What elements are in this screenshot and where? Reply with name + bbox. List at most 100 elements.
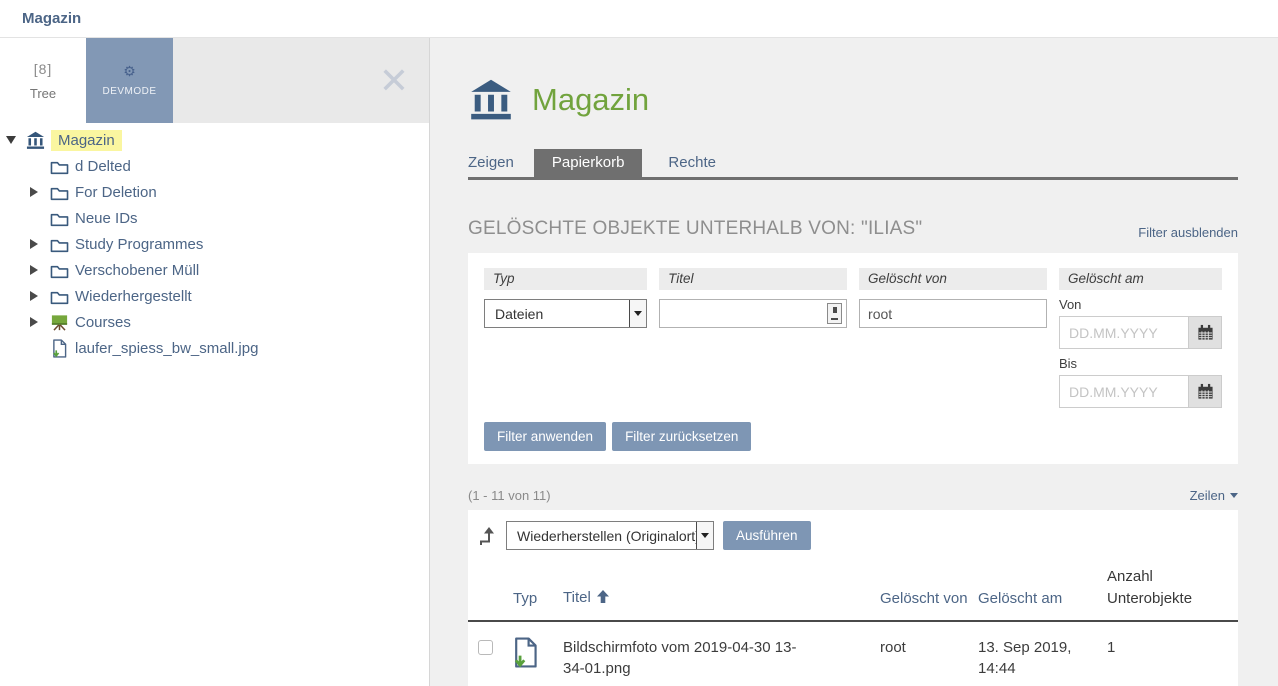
date-from-input[interactable] (1059, 316, 1189, 349)
table-command-row: Wiederherstellen (Originalort) Ausführen (468, 521, 1238, 550)
filter-field-deleted-at: Gelöscht am Von Bis (1059, 268, 1222, 408)
sort-ascending-icon (597, 590, 609, 607)
calendar-icon[interactable] (1189, 375, 1222, 408)
filter-label-typ: Typ (484, 268, 647, 290)
folder-icon (48, 286, 70, 306)
tree-row-wiederhergestellt: Wiederhergestellt (0, 283, 429, 309)
folder-icon (48, 260, 70, 280)
filter-header: GELÖSCHTE OBJEKTE UNTERHALB VON: "ILIAS"… (468, 218, 1238, 240)
tree-item-d-delted[interactable]: d Delted (75, 158, 131, 175)
course-icon (48, 312, 70, 332)
expander-closed-icon[interactable] (30, 313, 48, 331)
date-to-input[interactable] (1059, 375, 1189, 408)
expander-none (30, 157, 48, 175)
tree-item-neue-ids[interactable]: Neue IDs (75, 210, 138, 227)
action-select[interactable]: Wiederherstellen (Originalort) (506, 521, 714, 550)
sidebar: [8] Tree ⚙ DEVMODE ✕ Magazin (0, 38, 430, 686)
row-deleted-at: 13. Sep 2019, 14:44 (978, 637, 1088, 679)
tree-item-wiederhergestellt[interactable]: Wiederhergestellt (75, 288, 192, 305)
table-row: Bildschirmfoto vom 2019-04-30 13-34-01.p… (468, 622, 1238, 679)
tab-rechte[interactable]: Rechte (652, 149, 732, 177)
tree-row-study-programmes: Study Programmes (0, 231, 429, 257)
tree-item-for-deletion[interactable]: For Deletion (75, 184, 157, 201)
repository-icon (24, 130, 46, 150)
column-header-titel[interactable]: Titel (563, 589, 591, 606)
tree-row-d-delted: d Delted (0, 153, 429, 179)
table-header-row: Typ Titel Gelöscht von Gelöscht am Anzah… (468, 550, 1238, 622)
select-all-arrow-icon (478, 526, 497, 546)
expander-none (30, 209, 48, 227)
row-subobjects: 1 (1107, 639, 1115, 656)
tree-item-magazin[interactable]: Magazin (51, 130, 122, 151)
repository-icon (468, 78, 514, 122)
tab-papierkorb[interactable]: Papierkorb (534, 149, 643, 177)
column-header-typ[interactable]: Typ (513, 590, 537, 607)
repository-tree: Magazin d Delted For Deletion (0, 123, 429, 361)
expander-none (30, 339, 48, 357)
tree-row-laufer-jpg: laufer_spiess_bw_small.jpg (0, 335, 429, 361)
chevron-down-icon (696, 522, 713, 549)
filter-panel: Typ Dateien Titel G (468, 253, 1238, 464)
tree-item-study-programmes[interactable]: Study Programmes (75, 236, 203, 253)
devmode-tab-label: DEVMODE (102, 86, 156, 97)
expander-closed-icon[interactable] (30, 261, 48, 279)
filter-field-deleted-by: Gelöscht von (859, 268, 1047, 408)
expander-closed-icon[interactable] (30, 183, 48, 201)
expander-open-icon[interactable] (6, 131, 24, 149)
tab-devmode[interactable]: ⚙ DEVMODE (86, 38, 173, 123)
tree-item-laufer-jpg[interactable]: laufer_spiess_bw_small.jpg (75, 340, 258, 357)
trash-table: Wiederherstellen (Originalort) Ausführen… (468, 510, 1238, 686)
type-select[interactable]: Dateien (484, 299, 647, 328)
column-header-deleted-by[interactable]: Gelöscht von (880, 590, 968, 607)
filter-heading: GELÖSCHTE OBJEKTE UNTERHALB VON: "ILIAS" (468, 218, 922, 240)
range-info: (1 - 11 von 11) (468, 488, 551, 503)
sidebar-header: [8] Tree ⚙ DEVMODE ✕ (0, 38, 429, 123)
page-title: Magazin (532, 82, 649, 118)
execute-button[interactable]: Ausführen (723, 521, 811, 550)
folder-icon (48, 182, 70, 202)
calendar-icon[interactable] (1189, 316, 1222, 349)
column-header-subobjects: Anzahl Unterobjekte (1107, 568, 1192, 607)
caret-down-icon (1230, 493, 1238, 498)
title-input[interactable] (659, 299, 847, 328)
filter-apply-button[interactable]: Filter anwenden (484, 422, 606, 451)
date-from-label: Von (1059, 297, 1222, 312)
expander-closed-icon[interactable] (30, 235, 48, 253)
tree-row-neue-ids: Neue IDs (0, 205, 429, 231)
deleted-by-input[interactable] (859, 299, 1047, 328)
filter-label-deleted-by: Gelöscht von (859, 268, 1047, 290)
file-icon (513, 655, 538, 672)
row-title: Bildschirmfoto vom 2019-04-30 13-34-01.p… (563, 637, 808, 679)
results-bar: (1 - 11 von 11) Zeilen (468, 488, 1238, 503)
top-bar: Magazin (0, 0, 1278, 38)
close-icon[interactable]: ✕ (379, 63, 409, 99)
tree-row-magazin: Magazin (0, 127, 429, 153)
chevron-down-icon (629, 300, 646, 327)
expander-closed-icon[interactable] (30, 287, 48, 305)
filter-label-titel: Titel (659, 268, 847, 290)
filter-reset-button[interactable]: Filter zurücksetzen (612, 422, 751, 451)
filter-toggle-link[interactable]: Filter ausblenden (1138, 225, 1238, 240)
tab-tree[interactable]: [8] Tree (0, 38, 86, 123)
tab-zeigen[interactable]: Zeigen (468, 149, 534, 177)
folder-icon (48, 234, 70, 254)
tree-row-for-deletion: For Deletion (0, 179, 429, 205)
filter-field-titel: Titel (659, 268, 847, 408)
gear-icon: ⚙ (123, 64, 136, 78)
topbar-title[interactable]: Magazin (22, 10, 81, 27)
page-header: Magazin (468, 78, 1238, 122)
column-header-deleted-at[interactable]: Gelöscht am (978, 590, 1062, 607)
tree-item-courses[interactable]: Courses (75, 314, 131, 331)
tree-row-courses: Courses (0, 309, 429, 335)
rows-menu[interactable]: Zeilen (1190, 488, 1238, 503)
row-checkbox[interactable] (478, 640, 493, 655)
tree-item-verschobener-muell[interactable]: Verschobener Müll (75, 262, 199, 279)
filter-label-deleted-at: Gelöscht am (1059, 268, 1222, 290)
file-icon (48, 338, 70, 358)
action-select-value: Wiederherstellen (Originalort) (507, 528, 696, 544)
filter-field-typ: Typ Dateien (484, 268, 647, 408)
tab-bar: Zeigen Papierkorb Rechte (468, 149, 1238, 180)
folder-icon (48, 208, 70, 228)
autocomplete-icon (827, 303, 842, 324)
row-deleted-by: root (880, 639, 906, 656)
